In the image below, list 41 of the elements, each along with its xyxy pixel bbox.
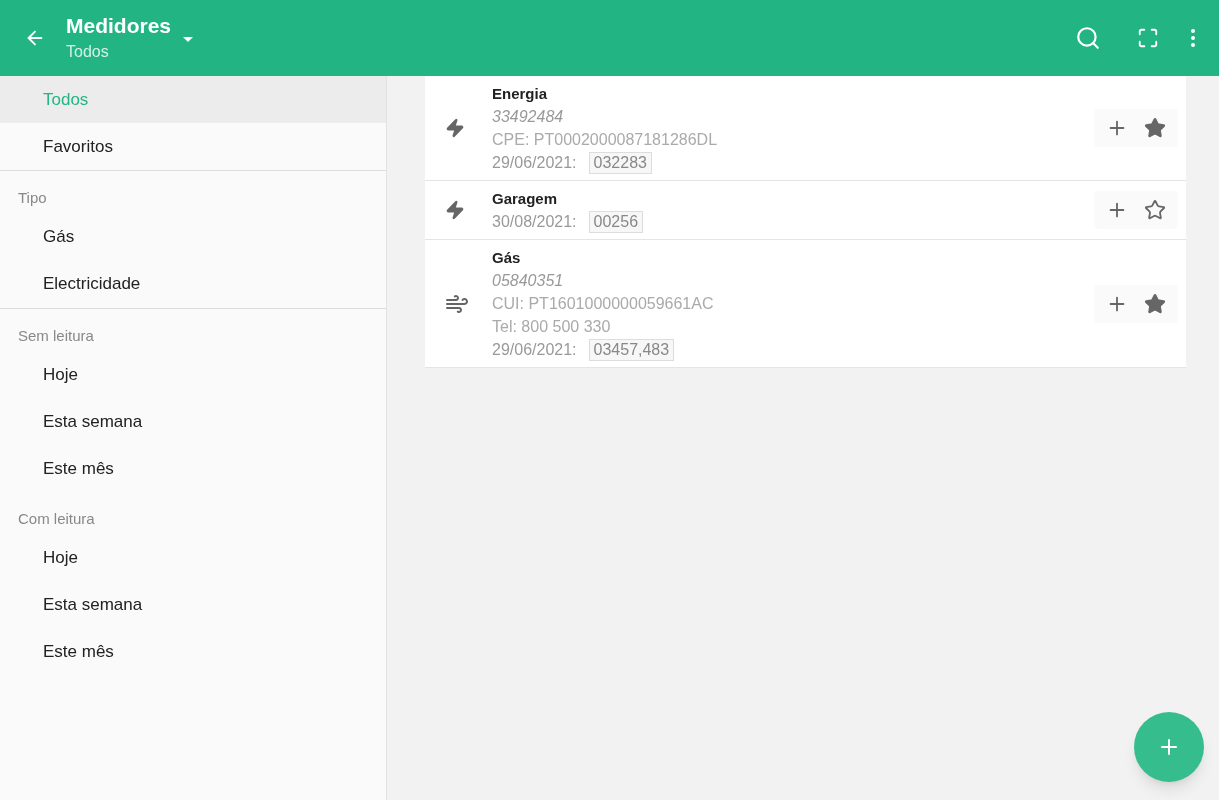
sidebar-item[interactable]: Esta semana — [0, 398, 386, 445]
sidebar-item[interactable]: Favoritos — [0, 123, 386, 170]
meter-card[interactable]: Garagem 30/08/2021: 00256 — [425, 181, 1186, 240]
dropdown-caret-icon[interactable] — [183, 37, 194, 43]
favorite-star-button[interactable] — [1144, 117, 1166, 139]
sidebar-item[interactable]: Hoje — [0, 351, 386, 398]
reading-value: 032283 — [588, 151, 652, 174]
lightning-icon — [445, 200, 465, 220]
favorite-star-button[interactable] — [1144, 292, 1166, 315]
meter-number: 05840351 — [492, 271, 565, 291]
sidebar-item[interactable]: Este mês — [0, 628, 386, 676]
more-icon — [1191, 29, 1195, 47]
reading-date: 30/08/2021: — [492, 212, 577, 232]
sidebar-item[interactable]: Hoje — [0, 534, 386, 582]
section-heading: Com leitura — [17, 509, 96, 529]
lightning-icon — [445, 118, 465, 138]
menu-button[interactable] — [1191, 29, 1195, 47]
meter-detail: CUI: PT1601000000059661AC — [492, 294, 715, 314]
reading-value: 00256 — [588, 210, 644, 233]
meter-name: Gás — [492, 248, 522, 268]
meter-number: 33492484 — [492, 107, 565, 127]
meter-detail: Tel: 800 500 330 — [492, 317, 612, 337]
sidebar-item[interactable]: Este mês — [0, 445, 386, 492]
meter-card[interactable]: Gás 05840351 CUI: PT1601000000059661AC Tel: 800 500 330 29/06/2021: 03457,483 — [425, 240, 1186, 368]
app-subtitle: Todos — [66, 42, 110, 62]
meter-name: Energia — [492, 84, 549, 104]
app-title: Medidores — [66, 14, 172, 38]
meter-name: Garagem — [492, 189, 559, 209]
sidebar-item[interactable]: Gás — [0, 213, 386, 261]
sidebar-item[interactable]: Electricidade — [0, 260, 386, 308]
section-heading: Tipo — [17, 188, 48, 208]
section-heading: Sem leitura — [17, 325, 95, 346]
reading-value: 03457,483 — [588, 338, 675, 361]
meter-card[interactable]: Energia 33492484 CPE: PT0002000087181286DL 29/06/2021: 032283 — [425, 76, 1186, 181]
sidebar-item[interactable]: Esta semana — [0, 581, 386, 629]
meter-detail: CPE: PT0002000087181286DL — [492, 130, 719, 150]
reading-date: 29/06/2021: — [492, 340, 577, 360]
search-button[interactable] — [1075, 25, 1101, 51]
reading-date: 29/06/2021: — [492, 153, 577, 173]
fullscreen-button[interactable] — [1137, 27, 1159, 49]
favorite-star-button[interactable] — [1144, 199, 1166, 221]
